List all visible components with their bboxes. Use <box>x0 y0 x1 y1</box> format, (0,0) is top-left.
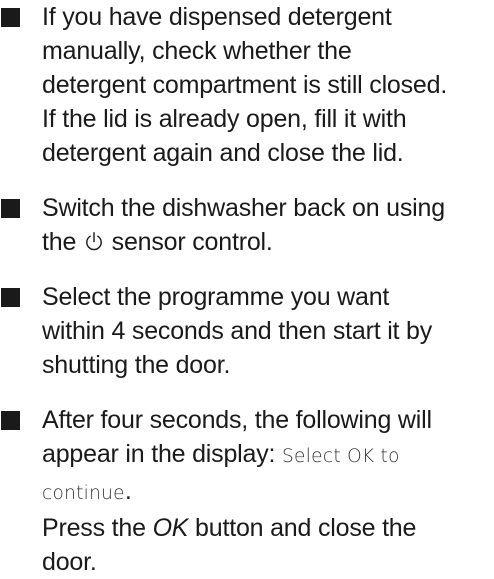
instruction-text: detergent again and close the lid. <box>42 139 404 167</box>
instruction-text: within 4 seconds and then start it by <box>42 317 433 345</box>
instruction-line: Press the OK button and close the <box>42 511 494 545</box>
display-message-text: Select OK to <box>282 446 400 467</box>
bullet-square <box>1 199 20 218</box>
instruction-text: shutting the door. <box>42 351 231 379</box>
instruction-text: manually, check whether the <box>42 37 352 65</box>
instruction-line: appear in the display: Select OK to <box>42 437 494 474</box>
instruction-text: the <box>42 228 77 256</box>
power-icon <box>86 232 102 251</box>
instruction-list: If you have dispensed detergent manually… <box>0 0 494 579</box>
instruction-text: If you have dispensed detergent <box>42 3 392 31</box>
instruction-text: Select the programme you want <box>42 283 390 311</box>
bullet-square <box>1 8 20 27</box>
instruction-text: door. <box>42 548 97 576</box>
instruction-text: detergent compartment is still closed. <box>42 71 448 99</box>
instruction-text: Switch the dishwasher back on using <box>42 194 445 222</box>
instruction-item-select-programme: Select the programme you want within 4 s… <box>0 280 494 382</box>
instruction-text: Press the <box>42 514 146 542</box>
bullet-square <box>1 411 20 430</box>
display-message-text: continue <box>42 483 125 504</box>
bullet-square <box>1 288 20 307</box>
ok-button-label: OK <box>152 514 189 542</box>
instruction-text: If the lid is already open, fill it with <box>42 105 407 133</box>
instruction-text: After four seconds, the following will <box>42 406 432 434</box>
instruction-item-detergent: If you have dispensed detergent manually… <box>0 0 494 170</box>
instruction-text: . <box>124 477 132 505</box>
instruction-text: appear in the display: <box>42 440 276 468</box>
instruction-text: sensor control. <box>111 228 273 256</box>
instruction-line: continue. <box>42 474 494 511</box>
instruction-item-display-message: After four seconds, the following will a… <box>0 403 494 579</box>
instruction-item-switch-on: Switch the dishwasher back on using the … <box>0 191 494 259</box>
instruction-line: the sensor control. <box>42 225 494 259</box>
instruction-text: button and close the <box>195 514 417 542</box>
